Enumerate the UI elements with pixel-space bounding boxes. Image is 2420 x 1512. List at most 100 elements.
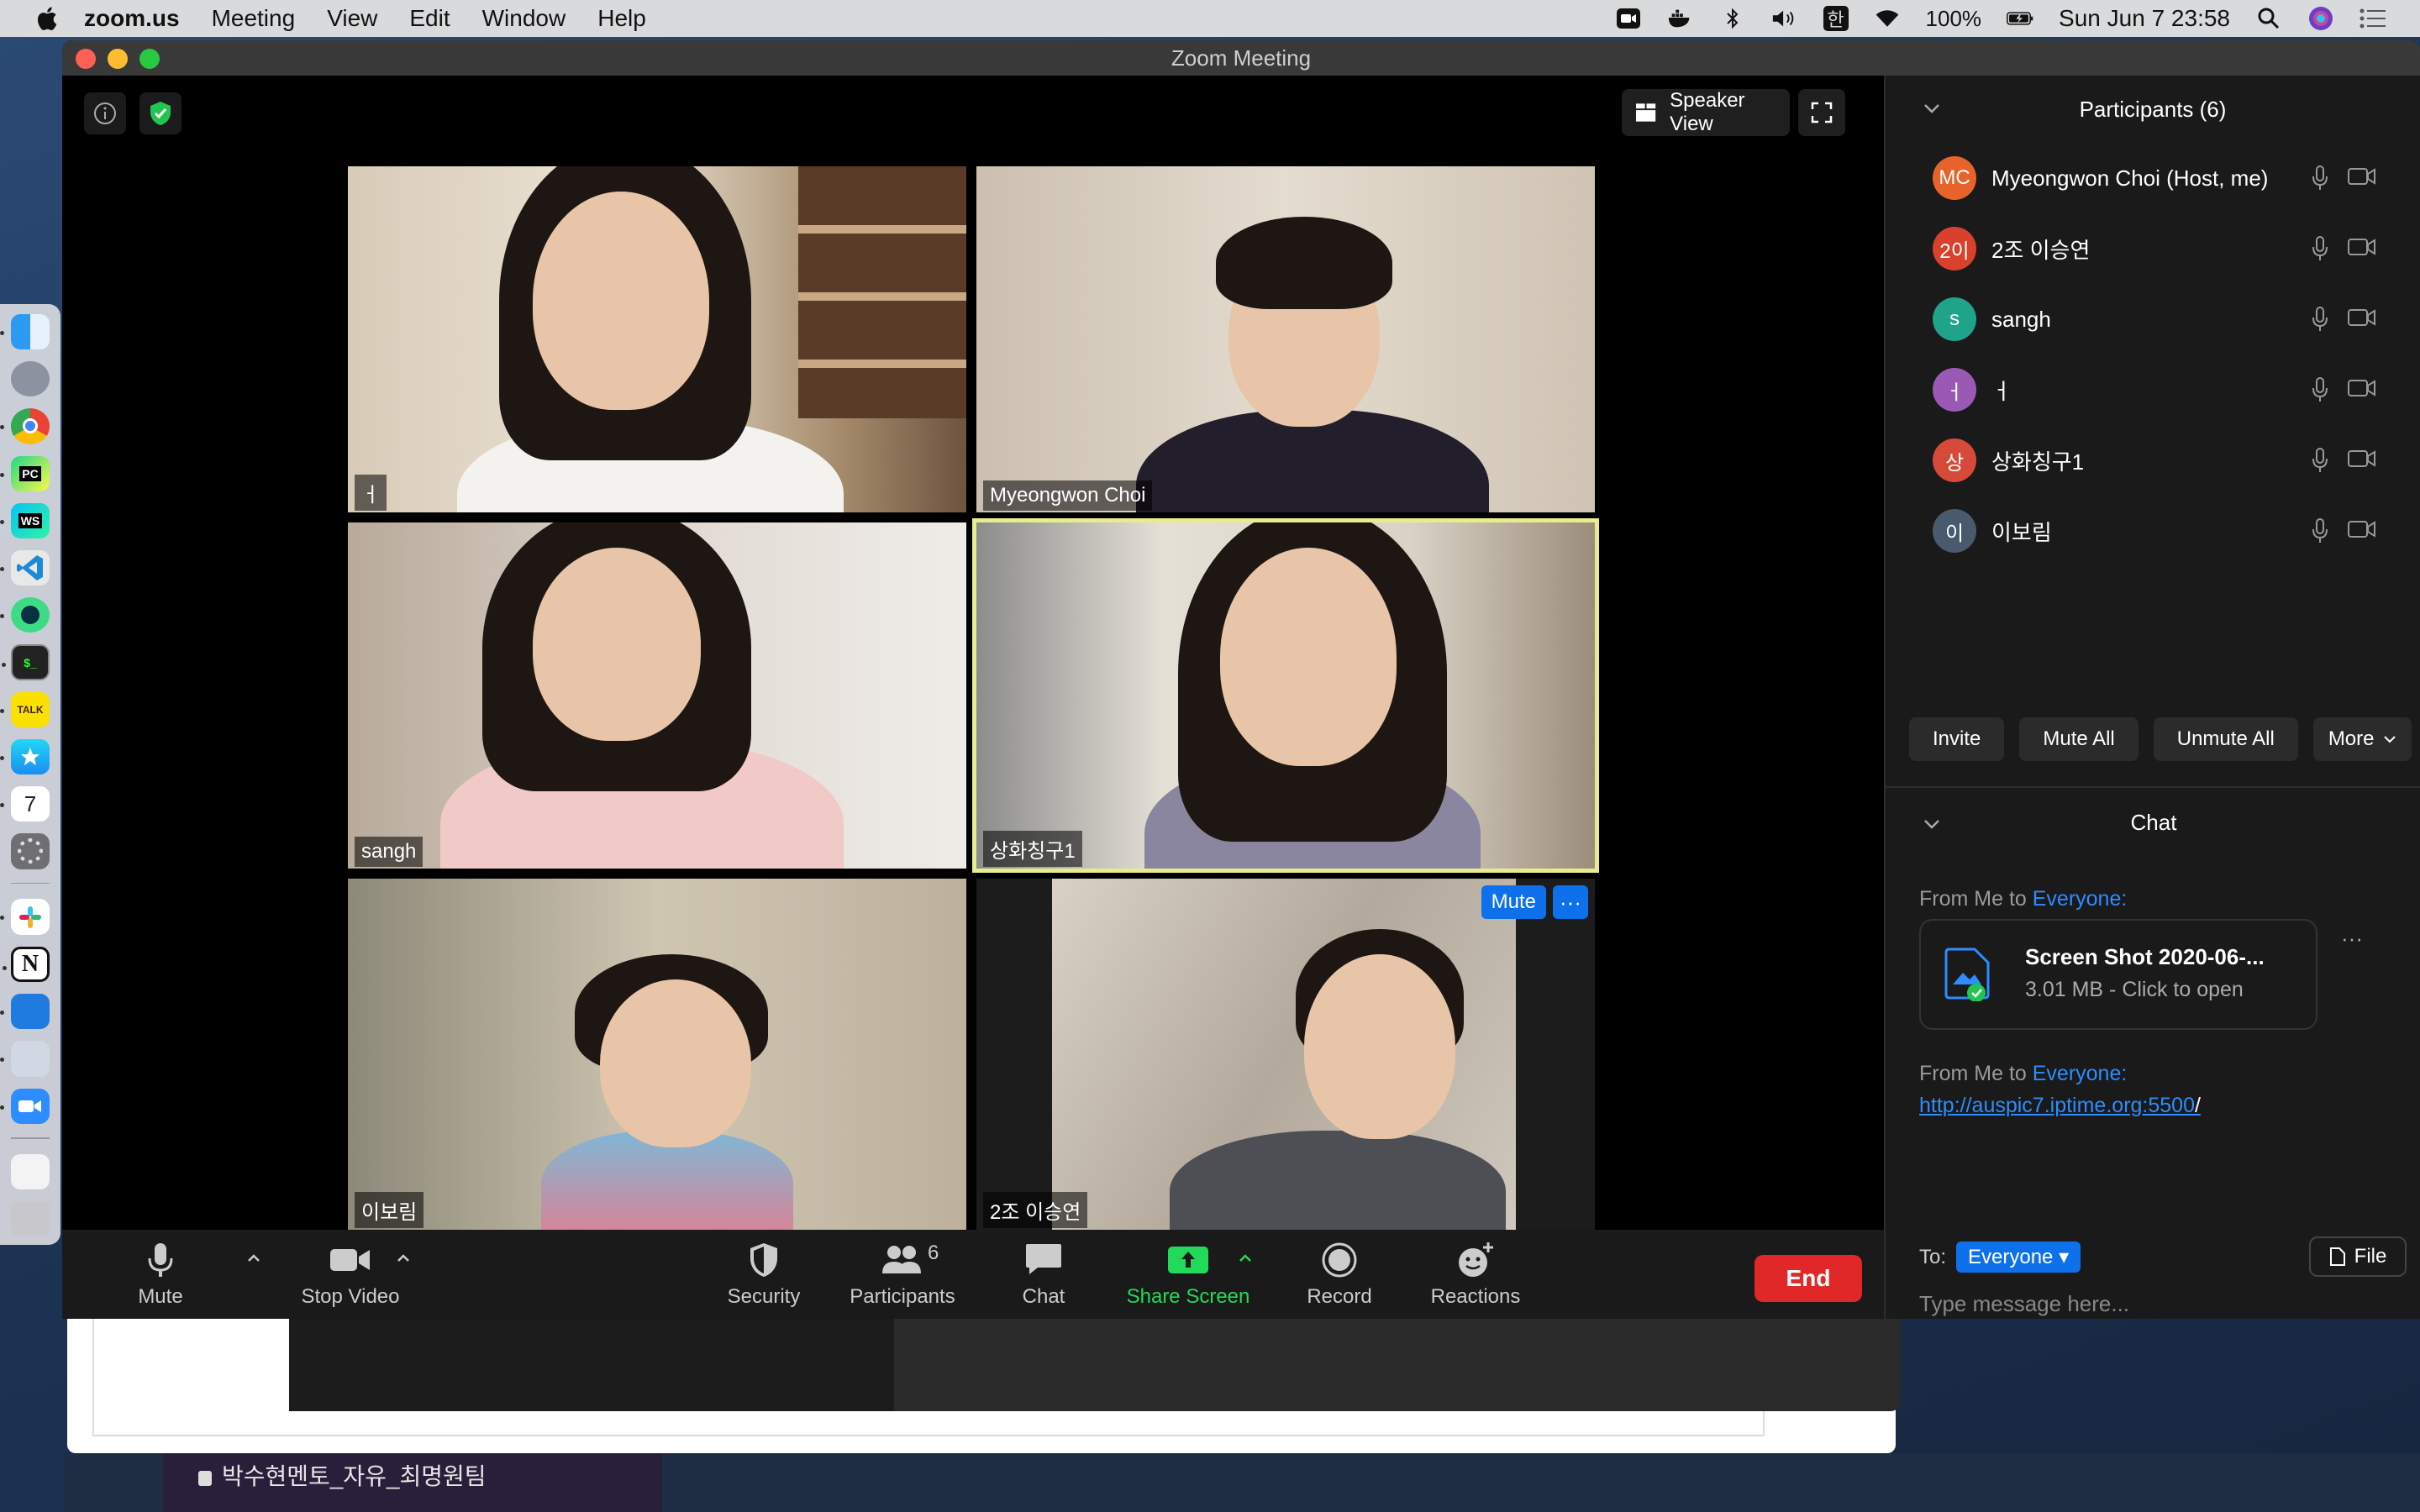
zoom-dock-icon[interactable]: [0, 1088, 50, 1124]
menu-help[interactable]: Help: [597, 5, 646, 32]
recipient-select[interactable]: Everyone ▾: [1956, 1242, 2081, 1273]
collapse-chat-chevron-icon[interactable]: [1923, 813, 1941, 835]
record-label: Record: [1307, 1285, 1372, 1308]
preview-icon[interactable]: [0, 1041, 50, 1077]
video-tile[interactable]: 이보림: [348, 879, 966, 1230]
video-camera-icon[interactable]: [2348, 378, 2376, 398]
menu-window[interactable]: Window: [482, 5, 566, 32]
encryption-shield-button[interactable]: [139, 92, 182, 134]
zoom-status-icon[interactable]: [1615, 7, 1642, 30]
participants-button[interactable]: Participants: [844, 1238, 961, 1314]
speaker-view-button[interactable]: Speaker View: [1622, 89, 1790, 136]
fullscreen-button[interactable]: [1798, 89, 1845, 136]
record-button[interactable]: Record: [1297, 1238, 1381, 1314]
more-button[interactable]: More: [2312, 717, 2412, 761]
reactions-button[interactable]: Reactions: [1417, 1238, 1534, 1314]
video-tile[interactable]: Mute ··· 2조 이승연: [976, 879, 1595, 1230]
spotlight-search-icon[interactable]: [2255, 7, 2282, 30]
chat-message-link[interactable]: http://auspic7.iptime.org:5500/: [1919, 1094, 2201, 1118]
menu-meeting[interactable]: Meeting: [212, 5, 296, 32]
grid-view-icon: [1635, 103, 1656, 122]
invite-button[interactable]: Invite: [1909, 717, 2005, 761]
audio-options-caret[interactable]: [245, 1250, 262, 1267]
vscode-icon[interactable]: [0, 549, 50, 586]
battery-icon[interactable]: [2007, 7, 2033, 30]
app-store-icon[interactable]: [0, 739, 50, 775]
kakaotalk-icon[interactable]: TALK: [0, 691, 50, 728]
participant-row[interactable]: 상 상화칭구1: [1886, 425, 2420, 496]
system-preferences-icon[interactable]: [11, 833, 50, 869]
chat-title: Chat: [2130, 809, 2177, 835]
participant-row[interactable]: 2이 2조 이승연: [1886, 213, 2420, 284]
docker-icon[interactable]: [1667, 7, 1694, 30]
video-camera-icon[interactable]: [2348, 166, 2376, 186]
microphone-icon[interactable]: [2311, 517, 2329, 544]
tile-mute-button[interactable]: Mute: [1481, 885, 1546, 919]
notion-icon[interactable]: N: [3, 946, 50, 983]
video-tile-active-speaker[interactable]: 상화칭구1: [972, 518, 1599, 873]
microphone-icon[interactable]: [2311, 235, 2329, 262]
finder-icon[interactable]: [0, 314, 50, 350]
slack-icon[interactable]: [0, 899, 50, 935]
participant-row[interactable]: MC Myeongwon Choi (Host, me): [1886, 143, 2420, 213]
video-tile[interactable]: ㅓ: [348, 166, 966, 512]
microphone-icon[interactable]: [2311, 306, 2329, 333]
file-icon: [2329, 1247, 2345, 1266]
mute-all-button[interactable]: Mute All: [2019, 717, 2139, 761]
tile-more-button[interactable]: ···: [1553, 885, 1588, 919]
launchpad-icon[interactable]: [11, 361, 50, 397]
chat-button[interactable]: Chat: [1002, 1238, 1086, 1314]
calendar-icon[interactable]: 7: [0, 786, 50, 822]
keynote-icon[interactable]: [0, 994, 50, 1030]
wifi-icon[interactable]: [1874, 7, 1901, 30]
collapse-participants-chevron-icon[interactable]: [1923, 97, 1941, 119]
meeting-info-button[interactable]: [84, 92, 126, 134]
video-camera-icon[interactable]: [2348, 519, 2376, 539]
apple-icon[interactable]: [34, 5, 59, 32]
android-studio-icon[interactable]: [0, 597, 50, 633]
microphone-icon[interactable]: [2311, 165, 2329, 192]
participant-row[interactable]: ㅓ ㅓ: [1886, 354, 2420, 425]
trash-icon[interactable]: [11, 1200, 50, 1237]
participant-row[interactable]: s sangh: [1886, 284, 2420, 354]
bluetooth-icon[interactable]: [1719, 7, 1746, 30]
unmute-all-button[interactable]: Unmute All: [2153, 717, 2298, 761]
input-source-icon[interactable]: 한: [1823, 6, 1849, 31]
participant-name: 상화칭구1: [1991, 449, 2085, 475]
video-options-caret[interactable]: [395, 1250, 412, 1267]
share-options-caret[interactable]: [1237, 1250, 1254, 1267]
video-tile[interactable]: Myeongwon Choi: [976, 166, 1595, 512]
menu-app-name[interactable]: zoom.us: [84, 5, 180, 32]
video-tile[interactable]: sangh: [348, 522, 966, 869]
chat-message-input[interactable]: [1919, 1287, 2390, 1319]
terminal-icon[interactable]: $_: [2, 644, 50, 680]
microphone-icon[interactable]: [2311, 447, 2329, 474]
webstorm-icon[interactable]: WS: [0, 502, 50, 538]
menu-view[interactable]: View: [327, 5, 377, 32]
maximize-window-button[interactable]: [139, 49, 160, 69]
minimize-window-button[interactable]: [108, 49, 128, 69]
window-titlebar[interactable]: Zoom Meeting: [62, 40, 2420, 76]
participant-row[interactable]: 이 이보림: [1886, 496, 2420, 566]
close-window-button[interactable]: [76, 49, 96, 69]
pycharm-icon[interactable]: PC: [0, 455, 50, 491]
volume-icon[interactable]: [1771, 7, 1798, 30]
mute-button[interactable]: Mute: [114, 1238, 207, 1314]
downloads-stack-icon[interactable]: [11, 1153, 50, 1189]
message-more-button[interactable]: ···: [2341, 926, 2363, 952]
siri-icon[interactable]: [2307, 7, 2334, 30]
menu-edit[interactable]: Edit: [409, 5, 450, 32]
share-screen-button[interactable]: Share Screen: [1121, 1238, 1255, 1314]
clock[interactable]: Sun Jun 7 23:58: [2059, 5, 2230, 32]
send-file-button[interactable]: File: [2309, 1236, 2407, 1277]
video-camera-icon[interactable]: [2348, 449, 2376, 469]
background-channel-name[interactable]: 박수현멘토_자유_최명원팀: [198, 1458, 487, 1492]
chat-file-attachment[interactable]: Screen Shot 2020-06-... 3.01 MB - Click …: [1919, 919, 2317, 1030]
security-button[interactable]: Security: [718, 1238, 810, 1314]
video-camera-icon[interactable]: [2348, 307, 2376, 328]
chrome-icon[interactable]: [0, 408, 50, 444]
notification-center-icon[interactable]: [2360, 7, 2386, 30]
end-meeting-button[interactable]: End: [1754, 1255, 1862, 1302]
video-camera-icon[interactable]: [2348, 237, 2376, 257]
microphone-icon[interactable]: [2311, 376, 2329, 403]
